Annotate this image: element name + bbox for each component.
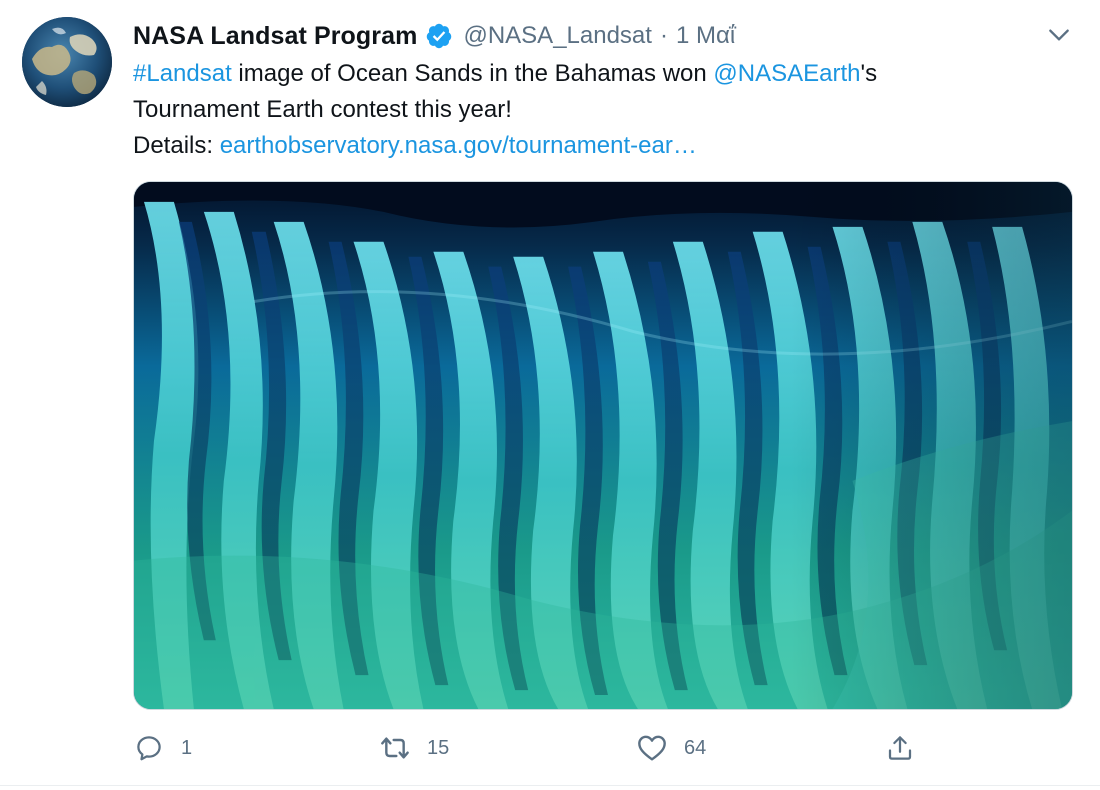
avatar[interactable]	[22, 17, 112, 107]
reply-button[interactable]: 1	[133, 728, 192, 768]
tweet-text-line-1: #Landsat image of Ocean Sands in the Bah…	[133, 56, 1053, 92]
tweet-text-segment: image of Ocean Sands in the Bahamas won	[231, 60, 714, 87]
tweet-divider	[0, 785, 1100, 786]
tweet-timestamp[interactable]: 1 Μαΐ	[676, 22, 735, 50]
tweet-text-line-2: Tournament Earth contest this year!	[133, 96, 512, 123]
author-handle[interactable]: @NASA_Landsat	[463, 22, 651, 50]
tweet-text-suffix: 's	[860, 60, 878, 87]
heart-icon	[636, 732, 668, 764]
author-display-name[interactable]: NASA Landsat Program	[133, 22, 417, 51]
retweet-icon	[379, 732, 411, 764]
share-icon	[884, 732, 916, 764]
reply-icon	[133, 732, 165, 764]
share-button[interactable]	[884, 728, 916, 768]
tweet-media-photo[interactable]	[133, 181, 1073, 710]
globe-avatar-icon	[22, 17, 112, 107]
retweet-count: 15	[427, 736, 450, 759]
tweet-header: NASA Landsat Program @NASA_Landsat · 1 Μ…	[133, 19, 735, 53]
ocean-sands-satellite-image	[134, 182, 1072, 709]
mention-link[interactable]: @NASAEarth	[713, 60, 860, 87]
tweet-actions-bar: 1 15 64	[133, 728, 1073, 768]
like-count: 64	[684, 736, 707, 759]
reply-count: 1	[181, 736, 193, 759]
like-button[interactable]: 64	[636, 728, 706, 768]
verified-badge-icon	[425, 22, 453, 50]
details-url-link[interactable]: earthobservatory.nasa.gov/tournament-ear…	[220, 132, 697, 159]
tweet-text: #Landsat image of Ocean Sands in the Bah…	[133, 56, 1053, 164]
header-separator: ·	[659, 22, 668, 49]
tweet-text-line-3: Details: earthobservatory.nasa.gov/tourn…	[133, 128, 1053, 164]
tweet-card[interactable]: NASA Landsat Program @NASA_Landsat · 1 Μ…	[0, 0, 1100, 790]
retweet-button[interactable]: 15	[379, 728, 449, 768]
details-label: Details:	[133, 132, 220, 159]
more-options-chevron-down-icon[interactable]	[1044, 22, 1074, 48]
hashtag-link[interactable]: #Landsat	[133, 60, 232, 87]
